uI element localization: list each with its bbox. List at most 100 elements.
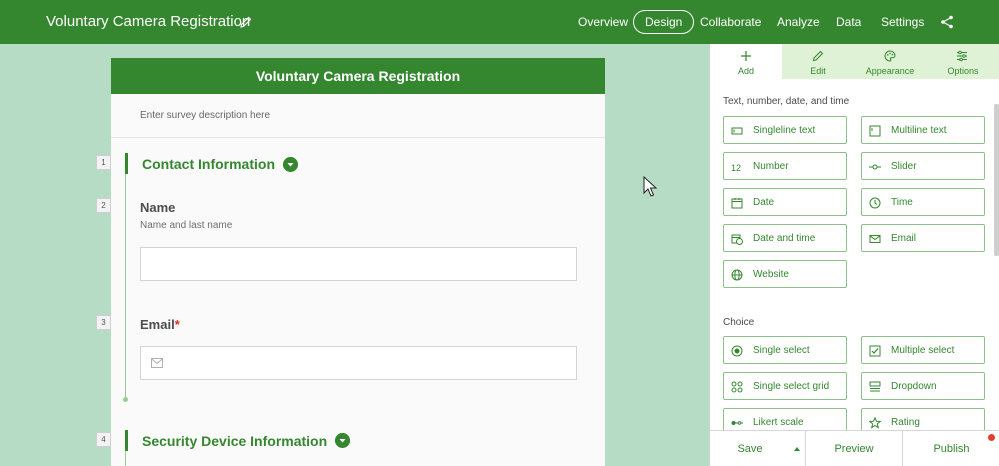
name-input[interactable] — [140, 247, 577, 281]
group-title-text-number-date-time: Text, number, date, and time — [723, 96, 850, 107]
question-number: 4 — [96, 432, 111, 447]
item-label: Multiline text — [891, 125, 947, 136]
top-bar: Voluntary Camera Registration Overview D… — [0, 0, 999, 44]
panel-tabs: Add Edit Appearance Options — [710, 44, 999, 79]
email-input[interactable] — [140, 346, 577, 380]
item-label: Single select — [753, 345, 810, 356]
item-label: Single select grid — [753, 381, 830, 392]
nav-analyze[interactable]: Analyze — [777, 10, 820, 34]
add-email-button[interactable]: Email — [861, 224, 985, 252]
survey-description[interactable]: Enter survey description here — [111, 94, 605, 138]
share-icon[interactable] — [940, 15, 954, 29]
group-title-choice: Choice — [723, 317, 755, 328]
tab-add[interactable]: Add — [710, 44, 782, 79]
section-end-dot — [123, 397, 128, 402]
add-slider-button[interactable]: Slider — [861, 152, 985, 180]
tab-add-label: Add — [737, 66, 754, 76]
calendar-icon — [731, 198, 743, 209]
checkbox-icon — [869, 345, 881, 357]
notification-dot — [988, 434, 995, 441]
number-icon: 12 — [731, 163, 741, 173]
email-label-text: Email — [140, 317, 175, 332]
chevron-down-icon[interactable] — [283, 157, 298, 172]
question-number: 2 — [96, 198, 111, 213]
panel-footer: Save Preview Publish — [710, 430, 999, 466]
required-marker: * — [174, 317, 180, 332]
section-connector — [125, 174, 126, 398]
item-label: Date and time — [753, 233, 816, 244]
add-singleline-text-button[interactable]: Singleline text — [723, 116, 847, 144]
add-multiline-text-button[interactable]: Multiline text — [861, 116, 985, 144]
singleline-text-icon — [731, 127, 743, 135]
palette-icon — [884, 50, 896, 62]
multiline-text-icon — [869, 125, 881, 137]
item-label: Date — [753, 197, 775, 208]
tab-edit-label: Edit — [810, 66, 826, 76]
nav-settings[interactable]: Settings — [881, 10, 924, 34]
chevron-down-icon[interactable] — [335, 433, 350, 448]
add-date-button[interactable]: Date — [723, 188, 847, 216]
nav-design[interactable]: Design — [633, 10, 695, 34]
tab-edit[interactable]: Edit — [782, 44, 854, 79]
item-label: Slider — [891, 161, 917, 172]
globe-icon — [731, 269, 743, 281]
sliders-icon — [957, 50, 967, 62]
dropdown-icon — [869, 381, 881, 392]
item-label: Likert scale — [753, 417, 804, 428]
svg-text:12: 12 — [731, 163, 741, 173]
nav-data[interactable]: Data — [836, 10, 861, 34]
add-date-and-time-button[interactable]: Date and time — [723, 224, 847, 252]
tab-options[interactable]: Options — [926, 44, 999, 79]
tab-options-label: Options — [947, 66, 979, 76]
grid-icon — [731, 381, 743, 393]
question-palette-panel: Add Edit Appearance Options Text, number… — [709, 44, 999, 466]
radio-icon — [731, 345, 743, 357]
envelope-icon — [151, 358, 163, 368]
section-marker — [125, 153, 128, 174]
tab-appearance-label: Appearance — [865, 66, 915, 76]
add-single-select-grid-button[interactable]: Single select grid — [723, 372, 847, 400]
item-label: Email — [891, 233, 917, 244]
question-label-name[interactable]: Name — [140, 200, 175, 215]
mouse-cursor-icon — [643, 176, 658, 197]
preview-button[interactable]: Preview — [806, 431, 902, 466]
question-number: 3 — [96, 315, 111, 330]
save-button[interactable]: Save — [710, 431, 790, 466]
item-label: Website — [753, 269, 789, 280]
item-label: Number — [753, 161, 789, 172]
question-number: 1 — [96, 155, 111, 170]
section-title[interactable]: Security Device Information — [142, 433, 327, 449]
item-label: Multiple select — [891, 345, 955, 356]
panel-scrollbar[interactable] — [994, 104, 999, 256]
nav-collaborate[interactable]: Collaborate — [700, 10, 761, 34]
slider-icon — [869, 164, 881, 170]
item-label: Singleline text — [753, 125, 816, 136]
item-label: Dropdown — [891, 381, 937, 392]
pencil-icon[interactable] — [239, 15, 253, 29]
nav-overview[interactable]: Overview — [578, 10, 628, 34]
section-connector — [125, 451, 126, 466]
survey-header[interactable]: Voluntary Camera Registration — [111, 58, 605, 94]
star-icon — [869, 417, 881, 429]
section-marker — [125, 430, 128, 451]
add-multiple-select-button[interactable]: Multiple select — [861, 336, 985, 364]
item-label: Rating — [891, 417, 920, 428]
pencil-icon — [812, 50, 824, 62]
save-options-caret-icon[interactable] — [794, 447, 800, 451]
add-time-button[interactable]: Time — [861, 188, 985, 216]
envelope-icon — [869, 235, 881, 243]
question-label-email[interactable]: Email* — [140, 317, 180, 332]
section-title[interactable]: Contact Information — [142, 156, 275, 172]
add-dropdown-button[interactable]: Dropdown — [861, 372, 985, 400]
plus-icon — [741, 51, 751, 61]
publish-button[interactable]: Publish — [903, 431, 999, 466]
calendar-clock-icon — [731, 234, 743, 245]
add-website-button[interactable]: Website — [723, 260, 847, 288]
add-number-button[interactable]: 12 Number — [723, 152, 847, 180]
likert-icon — [731, 421, 743, 425]
clock-icon — [869, 197, 881, 209]
question-hint-name: Name and last name — [140, 220, 233, 231]
tab-appearance[interactable]: Appearance — [854, 44, 926, 79]
app-title: Voluntary Camera Registration — [46, 13, 251, 30]
add-single-select-button[interactable]: Single select — [723, 336, 847, 364]
